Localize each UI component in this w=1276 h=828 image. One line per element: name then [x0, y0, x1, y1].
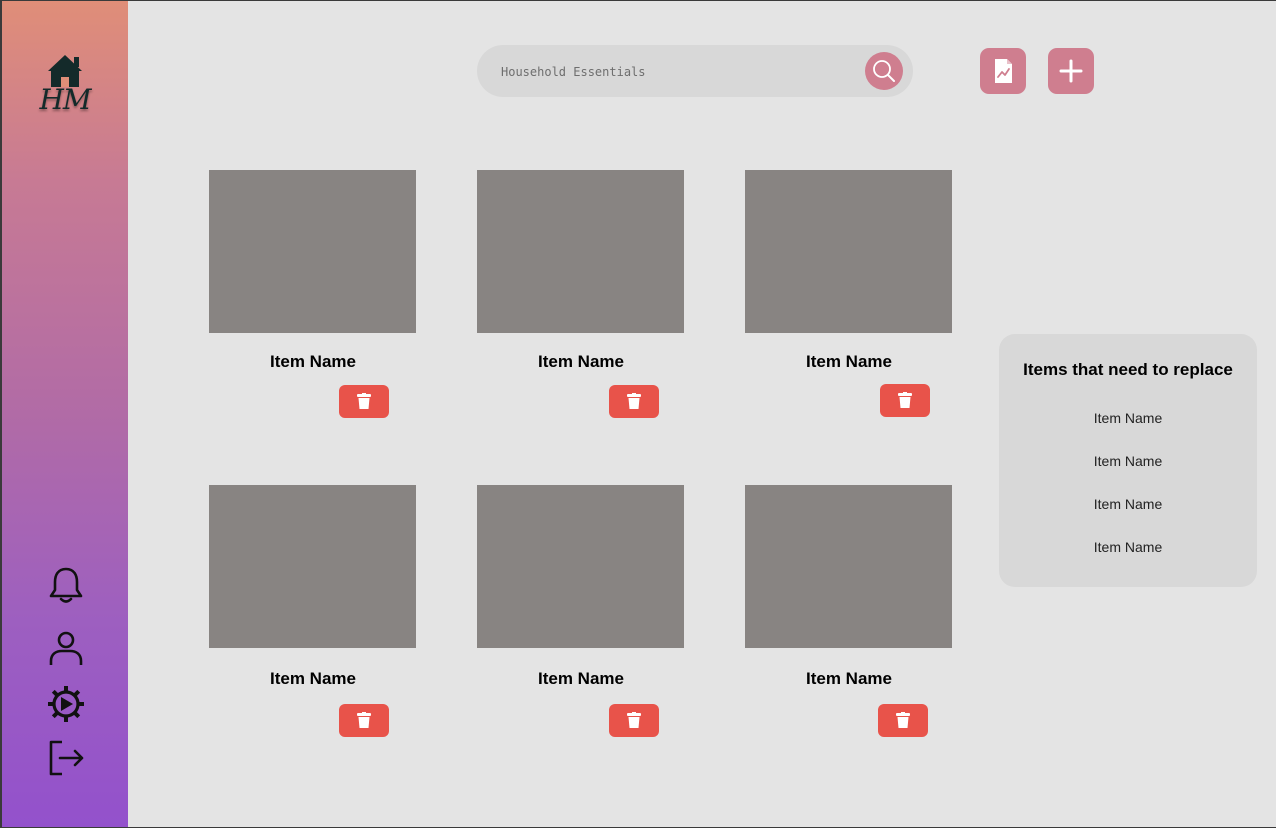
trash-icon: [898, 392, 912, 408]
settings-button[interactable]: [46, 684, 86, 724]
delete-item-button[interactable]: [880, 384, 930, 417]
item-image: [477, 170, 684, 333]
search-button[interactable]: [865, 52, 903, 90]
report-button[interactable]: [980, 48, 1026, 94]
search-icon: [873, 60, 895, 82]
sidebar: HM: [2, 1, 128, 828]
item-image: [745, 170, 952, 333]
search-bar: [477, 45, 913, 97]
delete-item-button[interactable]: [609, 704, 659, 737]
item-name: Item Name: [538, 669, 624, 688]
item-image: [209, 170, 416, 333]
logout-button[interactable]: [46, 738, 86, 778]
item-card[interactable]: Item Name: [477, 170, 685, 371]
item-image: [209, 485, 416, 648]
trash-icon: [357, 393, 371, 409]
replace-items-panel: Items that need to replace Item Name Ite…: [999, 334, 1257, 587]
item-name: Item Name: [270, 669, 356, 688]
item-card[interactable]: Item Name: [745, 170, 953, 371]
plus-icon: [1059, 59, 1083, 83]
delete-item-button[interactable]: [878, 704, 928, 737]
replace-panel-title: Items that need to replace: [1023, 360, 1233, 379]
profile-button[interactable]: [46, 628, 86, 668]
user-icon: [49, 631, 83, 665]
item-card[interactable]: Item Name: [745, 485, 953, 688]
logo-text: HM: [39, 83, 91, 116]
item-name: Item Name: [538, 352, 624, 371]
item-name: Item Name: [270, 352, 356, 371]
item-card[interactable]: Item Name: [209, 485, 417, 688]
trash-icon: [627, 393, 641, 409]
notifications-button[interactable]: [46, 564, 86, 604]
item-card[interactable]: Item Name: [209, 170, 417, 371]
trash-icon: [627, 712, 641, 728]
delete-item-button[interactable]: [609, 385, 659, 418]
replace-list-item[interactable]: Item Name: [999, 539, 1257, 555]
item-card[interactable]: Item Name: [477, 485, 685, 688]
add-item-button[interactable]: [1048, 48, 1094, 94]
item-image: [745, 485, 952, 648]
trash-icon: [357, 712, 371, 728]
replace-list-item[interactable]: Item Name: [999, 410, 1257, 426]
logout-icon: [49, 740, 84, 776]
bell-icon: [49, 567, 83, 603]
trash-icon: [896, 712, 910, 728]
item-image: [477, 485, 684, 648]
report-document-icon: [995, 59, 1012, 83]
item-name: Item Name: [806, 669, 892, 688]
search-input[interactable]: [499, 59, 863, 85]
delete-item-button[interactable]: [339, 385, 389, 418]
delete-item-button[interactable]: [339, 704, 389, 737]
item-name: Item Name: [806, 352, 892, 371]
app-logo[interactable]: HM: [30, 49, 100, 121]
replace-list-item[interactable]: Item Name: [999, 496, 1257, 512]
gear-icon: [48, 686, 84, 722]
replace-list-item[interactable]: Item Name: [999, 453, 1257, 469]
